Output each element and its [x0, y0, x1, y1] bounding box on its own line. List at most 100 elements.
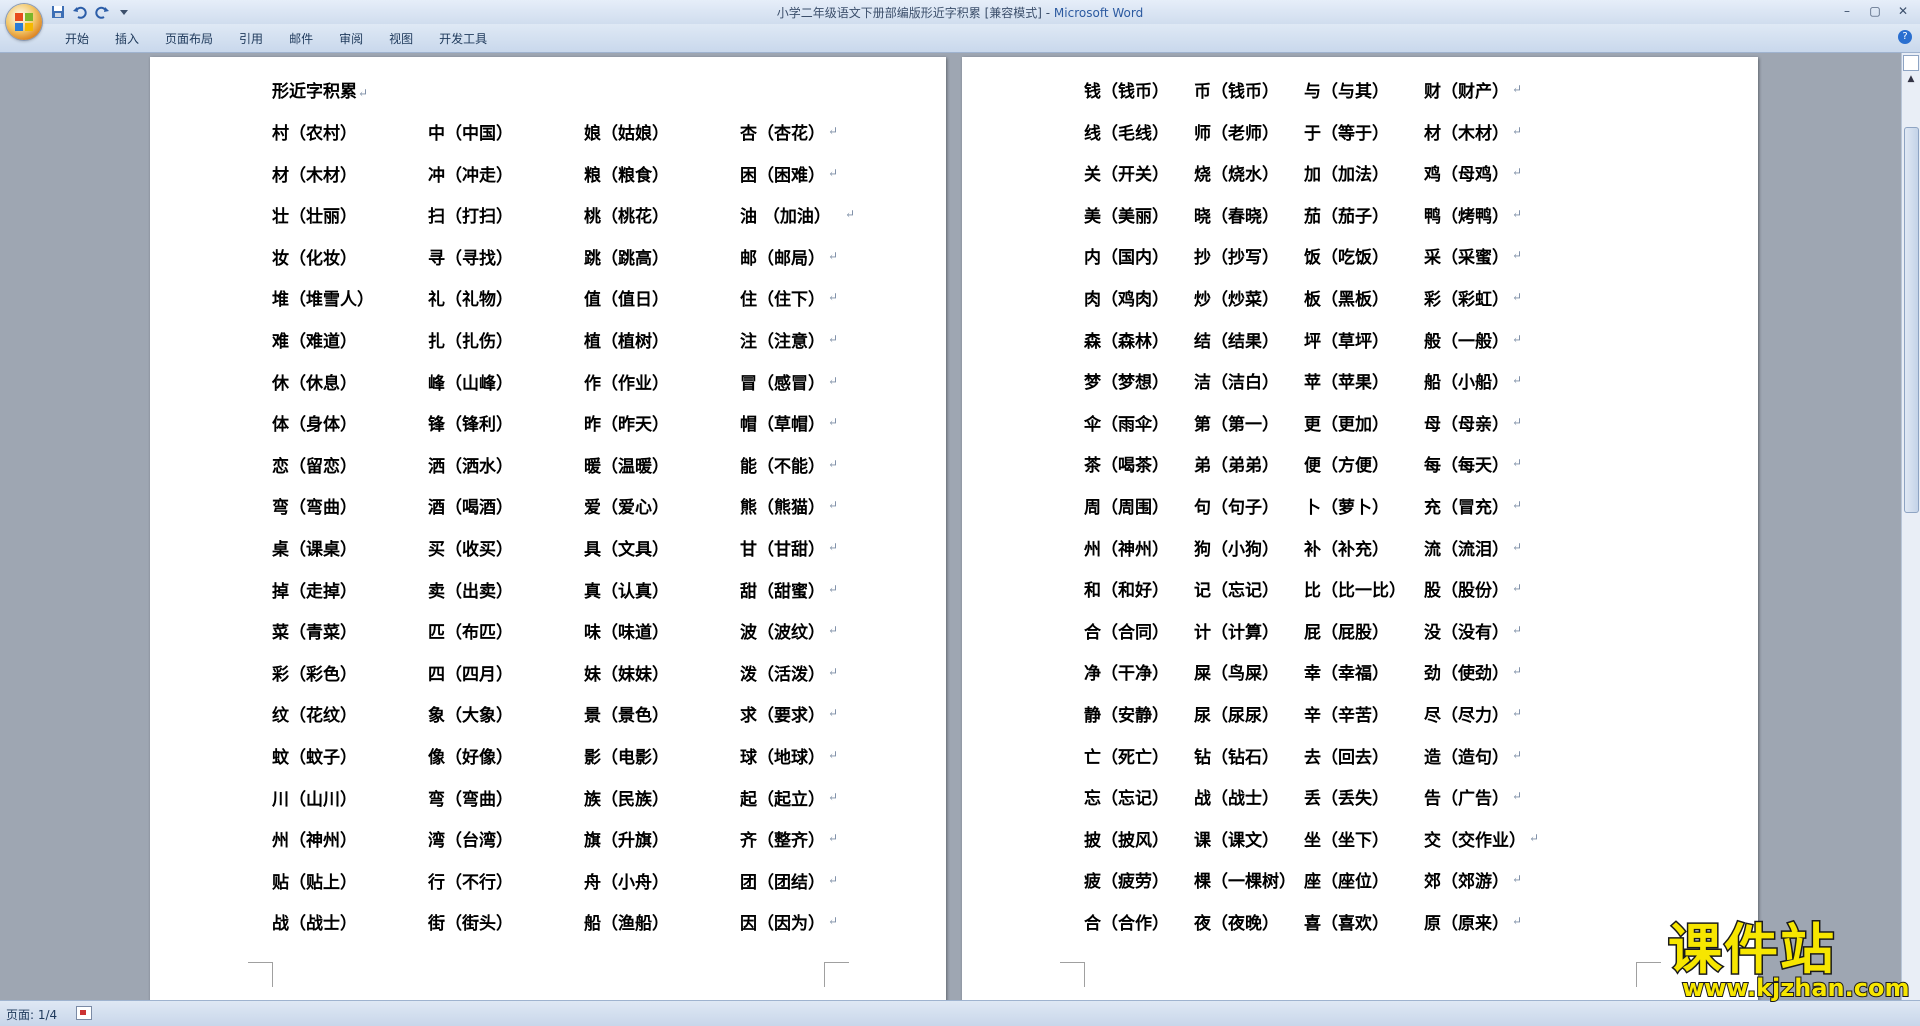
tab-home[interactable]: 开始 [52, 30, 102, 48]
tab-references[interactable]: 引用 [226, 30, 276, 48]
document-area[interactable]: 形近字积累↵ 村（农村） 中（中国） 娘（姑娘） 杏（杏花） ↵ 材（木材） 冲（冲走） 粮（… [0, 53, 1902, 1000]
tab-view[interactable]: 视图 [376, 30, 426, 48]
minimize-button[interactable]: – [1834, 2, 1860, 20]
word-entry: 壮（壮丽） [272, 207, 357, 228]
word-entry: 狗（小狗） [1194, 539, 1279, 560]
word-row: 茶（喝茶） 弟（弟弟） 便（方便） 每（每天） ↵ [962, 451, 1758, 477]
word-row: 菜（青菜） 匹（布匹） 味（味道） 波（波纹） ↵ [150, 618, 946, 644]
word-entry: 尿（尿尿） [1194, 706, 1279, 726]
word-row: 亡（死亡） 钻（钻石） 去（回去） 造（造句） ↵ [962, 743, 1758, 768]
word-entry: 钻（钻石） [1194, 747, 1279, 768]
ruler-toggle-icon[interactable] [1903, 55, 1919, 71]
word-entry: 内（国内） [1084, 248, 1169, 269]
word-entry: 族（民族） [584, 789, 669, 810]
word-row: 美（美丽） 晓（春晓） 茄（茄子） 鸭（烤鸭） ↵ [962, 202, 1758, 227]
word-row: 州（神州） 湾（台湾） 旗（升旗） 齐（整齐） ↵ [150, 826, 946, 852]
paragraph-mark: ↵ [828, 581, 839, 596]
document-page-left[interactable]: 形近字积累↵ 村（农村） 中（中国） 娘（姑娘） 杏（杏花） ↵ 材（木材） 冲（冲走） 粮（… [150, 57, 946, 1000]
word-entry: 第（第一） [1194, 414, 1279, 435]
word-entry: 因（因为） [740, 914, 825, 935]
word-entry: 合（合作） [1084, 914, 1169, 934]
word-entry: 休（休息） [272, 373, 357, 394]
word-entry: 梦（梦想） [1084, 373, 1169, 394]
word-entry: 中（中国） [428, 124, 513, 144]
word-row: 伞（雨伞） 第（第一） 更（更加） 母（母亲） ↵ [962, 410, 1758, 435]
word-row: 纹（花纹） 象（大象） 景（景色） 求（要求） ↵ [150, 701, 946, 727]
document-page-right[interactable]: 钱（钱币） 币（钱币） 与（与其） 财（财产） ↵ 线（毛线） 师（老师） 于（等于） 材（木材… [962, 57, 1758, 1000]
word-row: 蚊（蚊子） 像（好像） 影（电影） 球（地球） ↵ [150, 743, 946, 768]
word-entry: 伞（雨伞） [1084, 414, 1169, 435]
paragraph-mark: ↵ [828, 540, 839, 554]
word-entry: 线（毛线） [1084, 123, 1169, 144]
tab-review[interactable]: 审阅 [326, 30, 376, 48]
page-count[interactable]: 页面: 1/4 [6, 1006, 57, 1023]
word-entry: 忘（忘记） [1084, 789, 1169, 810]
paragraph-mark: ↵ [828, 332, 839, 346]
tab-mailings[interactable]: 邮件 [276, 30, 326, 48]
scroll-thumb[interactable] [1904, 127, 1919, 513]
word-entry: 币（钱币） [1194, 82, 1279, 102]
word-row: 川（山川） 弯（弯曲） 族（民族） 起（起立） ↵ [150, 785, 946, 810]
word-entry: 桃（桃花） [584, 207, 669, 228]
word-entry: 求（要求） [740, 706, 825, 727]
title-bar: 小学二年级语文下册部编版形近字积累 [兼容模式] - Microsoft Wor… [0, 0, 1920, 25]
word-entry: 粮（粮食） [584, 165, 669, 186]
status-bar: 页面: 1/4 [0, 1000, 1920, 1026]
paragraph-mark: ↵ [828, 456, 839, 471]
word-row: 休（休息） 峰（山峰） 作（作业） 冒（感冒） ↵ [150, 369, 946, 394]
word-entry: 熊（熊猫） [740, 498, 825, 519]
word-entry: 弟（弟弟） [1194, 456, 1279, 477]
word-row: 森（森林） 结（结果） 坪（草坪） 般（一般） ↵ [962, 327, 1758, 352]
word-entry: 注（注意） [740, 332, 825, 352]
vertical-scrollbar[interactable]: ▲ [1901, 53, 1920, 1000]
word-entry: 买（收买） [428, 540, 513, 560]
word-entry: 体（身体） [272, 415, 357, 436]
spellcheck-icon[interactable] [76, 1006, 92, 1020]
word-entry: 齐（整齐） [740, 831, 825, 852]
office-button[interactable] [6, 4, 42, 40]
paragraph-mark: ↵ [828, 248, 839, 263]
word-entry: 真（认真） [584, 581, 669, 602]
word-row: 贴（贴上） 行（不行） 舟（小舟） 团（团结） ↵ [150, 868, 946, 893]
word-entry: 街（街头） [428, 914, 513, 935]
word-entry: 卜（萝卜） [1304, 498, 1389, 518]
word-entry: 川（山川） [272, 789, 357, 810]
word-row: 掉（走掉） 卖（出卖） 真（认真） 甜（甜蜜） ↵ [150, 577, 946, 602]
paragraph-mark: ↵ [828, 290, 839, 305]
tab-developer[interactable]: 开发工具 [426, 30, 500, 48]
window-controls: – ▢ ✕ [1834, 2, 1916, 20]
crop-mark [824, 962, 849, 987]
word-entry: 旗（升旗） [584, 831, 669, 852]
word-entry: 比（比一比） [1304, 581, 1406, 602]
paragraph-mark: ↵ [828, 415, 839, 430]
paragraph-mark: ↵ [1512, 456, 1523, 471]
word-row: 忘（忘记） 战（战士） 丢（丢失） 告（广告） ↵ [962, 784, 1758, 810]
word-entry: 妆（化妆） [272, 248, 357, 269]
word-entry: 茶（喝茶） [1084, 456, 1169, 477]
word-entry: 味（味道） [584, 623, 669, 644]
paragraph-mark: ↵ [1512, 622, 1523, 637]
window-title: 小学二年级语文下册部编版形近字积累 [兼容模式] - Microsoft Wor… [776, 6, 1144, 20]
help-icon[interactable]: ? [1898, 30, 1912, 44]
word-entry: 寻（寻找） [428, 248, 513, 269]
scroll-up-arrow[interactable]: ▲ [1902, 71, 1920, 87]
word-entry: 亡（死亡） [1084, 747, 1169, 768]
watermark-logo: 课件站 www.kjzhan.com [1667, 920, 1911, 1003]
word-entry: 暖（温暖） [584, 456, 669, 477]
word-entry: 计（计算） [1194, 622, 1279, 643]
paragraph-mark: ↵ [1512, 373, 1523, 388]
word-entry: 妹（妹妹） [584, 664, 669, 685]
tab-insert[interactable]: 插入 [102, 30, 152, 48]
close-button[interactable]: ✕ [1890, 2, 1916, 20]
word-row: 村（农村） 中（中国） 娘（姑娘） 杏（杏花） ↵ [150, 119, 946, 144]
word-entry: 团（团结） [740, 872, 825, 893]
crop-mark [248, 962, 273, 987]
word-row: 周（周围） 句（句子） 卜（萝卜） 充（冒充） ↵ [962, 493, 1758, 518]
paragraph-mark: ↵ [1512, 248, 1523, 263]
word-entry: 静（安静） [1084, 706, 1169, 726]
maximize-button[interactable]: ▢ [1862, 2, 1888, 20]
word-entry: 晓（春晓） [1194, 206, 1279, 227]
word-entry: 峰（山峰） [428, 373, 513, 394]
word-entry: 酒（喝酒） [428, 498, 513, 519]
tab-page-layout[interactable]: 页面布局 [152, 30, 226, 48]
